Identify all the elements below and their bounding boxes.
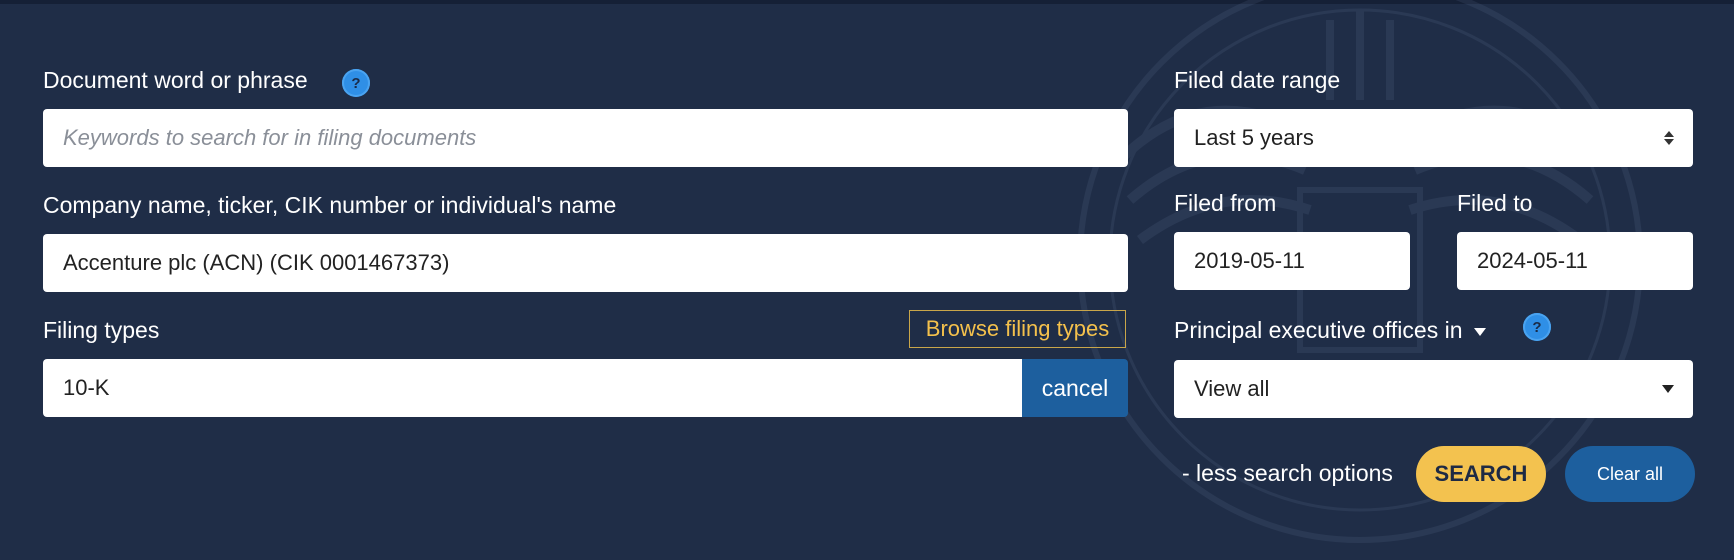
document-word-placeholder: Keywords to search for in filing documen… [63, 125, 477, 150]
less-search-options-link[interactable]: - less search options [1182, 460, 1393, 487]
updown-arrows-icon [1664, 131, 1674, 145]
company-value: Accenture plc (ACN) (CIK 0001467373) [63, 250, 450, 275]
date-range-label: Filed date range [1174, 67, 1341, 93]
offices-label-text: Principal executive offices in [1174, 317, 1463, 343]
clear-all-button[interactable]: Clear all [1565, 446, 1695, 502]
document-help-icon[interactable]: ? [342, 69, 370, 97]
browse-filing-types-button[interactable]: Browse filing types [909, 310, 1126, 348]
help-glyph: ? [351, 74, 361, 92]
filed-from-label: Filed from [1174, 190, 1277, 216]
offices-value: View all [1194, 376, 1270, 401]
filing-types-value: 10-K [63, 375, 110, 400]
filed-from-value: 2019-05-11 [1194, 248, 1305, 273]
offices-label[interactable]: Principal executive offices in [1174, 316, 1487, 344]
filing-types-label: Filing types [43, 317, 160, 343]
filed-from-input[interactable]: 2019-05-11 [1174, 232, 1410, 290]
document-word-label: Document word or phrase [43, 67, 308, 93]
filed-to-label: Filed to [1457, 190, 1533, 216]
help-glyph: ? [1532, 318, 1542, 336]
filed-to-input[interactable]: 2024-05-11 [1457, 232, 1693, 290]
company-label: Company name, ticker, CIK number or indi… [43, 192, 617, 218]
filed-to-value: 2024-05-11 [1477, 248, 1588, 273]
document-word-input[interactable]: Keywords to search for in filing documen… [43, 109, 1128, 167]
offices-select[interactable]: View all [1174, 360, 1693, 418]
company-input[interactable]: Accenture plc (ACN) (CIK 0001467373) [43, 234, 1128, 292]
date-range-value: Last 5 years [1194, 125, 1314, 150]
top-border [0, 0, 1734, 4]
filing-types-input[interactable]: 10-K [43, 359, 1023, 417]
search-button[interactable]: SEARCH [1416, 446, 1546, 502]
offices-help-icon[interactable]: ? [1523, 313, 1551, 341]
cancel-button[interactable]: cancel [1022, 359, 1128, 417]
caret-down-icon [1662, 385, 1674, 393]
caret-down-icon [1473, 327, 1486, 336]
date-range-select[interactable]: Last 5 years [1174, 109, 1693, 167]
